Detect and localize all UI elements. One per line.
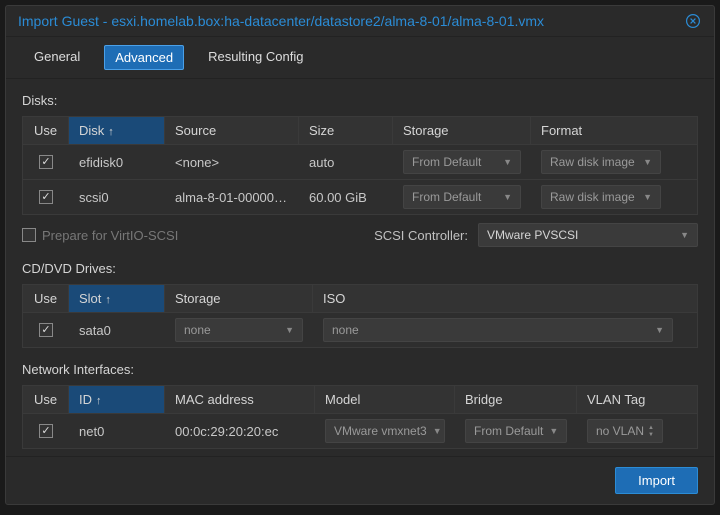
use-checkbox[interactable] (39, 323, 53, 337)
net-id: net0 (69, 419, 165, 444)
tab-general[interactable]: General (24, 45, 90, 70)
col-slot[interactable]: Slot↑ (69, 285, 165, 312)
format-select[interactable]: Raw disk image▼ (541, 185, 661, 209)
col-iso[interactable]: ISO (313, 285, 683, 312)
prepare-virtio-checkbox[interactable] (22, 228, 36, 242)
col-source[interactable]: Source (165, 117, 299, 144)
chevron-down-icon: ▼ (503, 192, 512, 202)
use-checkbox[interactable] (39, 155, 53, 169)
col-use[interactable]: Use (23, 285, 69, 312)
col-storage[interactable]: Storage (165, 285, 313, 312)
disk-source: <none> (165, 150, 299, 175)
sort-asc-icon: ↑ (108, 126, 114, 138)
spinner-icon: ▲▼ (648, 425, 654, 438)
disks-header: Use Disk↑ Source Size Storage Format (22, 116, 698, 145)
disk-size: 60.00 GiB (299, 185, 393, 210)
col-format[interactable]: Format (531, 117, 671, 144)
disks-label: Disks: (22, 93, 698, 108)
use-checkbox[interactable] (39, 190, 53, 204)
model-select[interactable]: VMware vmxnet3▼ (325, 419, 445, 443)
tab-advanced[interactable]: Advanced (104, 45, 184, 70)
table-row[interactable]: sata0 none▼ none▼ (22, 313, 698, 348)
chevron-down-icon: ▼ (655, 325, 664, 335)
table-row[interactable]: net0 00:0c:29:20:20:ec VMware vmxnet3▼ F… (22, 414, 698, 449)
chevron-down-icon: ▼ (643, 192, 652, 202)
storage-select[interactable]: From Default▼ (403, 185, 521, 209)
scsi-controller-select[interactable]: VMware PVSCSI▼ (478, 223, 698, 247)
network-label: Network Interfaces: (22, 362, 698, 377)
prepare-virtio-label: Prepare for VirtIO-SCSI (42, 228, 178, 243)
use-checkbox[interactable] (39, 424, 53, 438)
chevron-down-icon: ▼ (549, 426, 558, 436)
scsi-controller-label: SCSI Controller: (374, 228, 468, 243)
dialog-title: Import Guest - esxi.homelab.box:ha-datac… (18, 13, 684, 29)
cd-storage-select[interactable]: none▼ (175, 318, 303, 342)
col-storage[interactable]: Storage (393, 117, 531, 144)
cd-label: CD/DVD Drives: (22, 261, 698, 276)
bridge-select[interactable]: From Default▼ (465, 419, 567, 443)
close-icon (685, 13, 701, 29)
chevron-down-icon: ▼ (680, 230, 689, 240)
table-row[interactable]: scsi0 alma-8-01-000002.… 60.00 GiB From … (22, 180, 698, 215)
col-size[interactable]: Size (299, 117, 393, 144)
col-vlan[interactable]: VLAN Tag (577, 386, 673, 413)
format-select[interactable]: Raw disk image▼ (541, 150, 661, 174)
close-button[interactable] (684, 12, 702, 30)
disk-size: auto (299, 150, 393, 175)
col-bridge[interactable]: Bridge (455, 386, 577, 413)
chevron-down-icon: ▼ (503, 157, 512, 167)
net-header: Use ID↑ MAC address Model Bridge VLAN Ta… (22, 385, 698, 414)
col-model[interactable]: Model (315, 386, 455, 413)
disk-name: efidisk0 (69, 150, 165, 175)
col-use[interactable]: Use (23, 386, 69, 413)
col-id[interactable]: ID↑ (69, 386, 165, 413)
import-button[interactable]: Import (615, 467, 698, 494)
net-mac: 00:0c:29:20:20:ec (165, 419, 315, 444)
sort-asc-icon: ↑ (105, 294, 111, 306)
col-disk[interactable]: Disk↑ (69, 117, 165, 144)
chevron-down-icon: ▼ (433, 426, 442, 436)
col-use[interactable]: Use (23, 117, 69, 144)
disk-source: alma-8-01-000002.… (165, 185, 299, 210)
chevron-down-icon: ▼ (643, 157, 652, 167)
storage-select[interactable]: From Default▼ (403, 150, 521, 174)
cd-header: Use Slot↑ Storage ISO (22, 284, 698, 313)
disk-name: scsi0 (69, 185, 165, 210)
iso-select[interactable]: none▼ (323, 318, 673, 342)
tab-bar: General Advanced Resulting Config (6, 37, 714, 79)
col-mac[interactable]: MAC address (165, 386, 315, 413)
tab-resulting-config[interactable]: Resulting Config (198, 45, 313, 70)
chevron-down-icon: ▼ (285, 325, 294, 335)
cd-slot: sata0 (69, 318, 165, 343)
vlan-tag-input[interactable]: no VLAN▲▼ (587, 419, 663, 443)
sort-asc-icon: ↑ (96, 395, 102, 407)
table-row[interactable]: efidisk0 <none> auto From Default▼ Raw d… (22, 145, 698, 180)
